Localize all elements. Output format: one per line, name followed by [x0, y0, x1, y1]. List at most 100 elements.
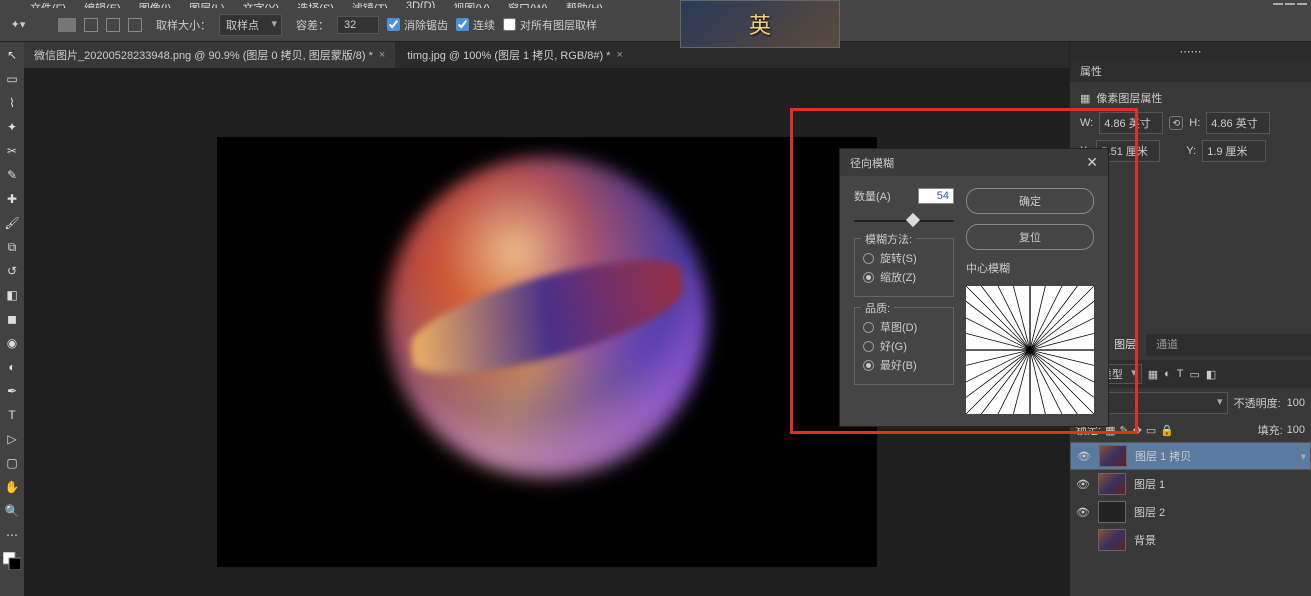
y-input[interactable]: 1.9 厘米	[1202, 140, 1266, 162]
menu-item[interactable]: 滤镜(T)	[352, 0, 388, 8]
layer-row[interactable]: 👁 图层 2	[1070, 498, 1311, 526]
marquee-tool-icon[interactable]: ▭	[2, 70, 22, 88]
opacity-value[interactable]: 100	[1287, 397, 1305, 409]
pen-tool-icon[interactable]: ✒	[2, 382, 22, 400]
blur-center-preview[interactable]	[966, 286, 1094, 414]
layers-list: 👁 图层 1 拷贝 👁 图层 1 👁 图层 2 背景	[1070, 442, 1311, 554]
wand-tool-icon[interactable]: ✦	[2, 118, 22, 136]
menu-item[interactable]: 选择(S)	[297, 0, 334, 8]
visibility-icon[interactable]: 👁	[1077, 450, 1091, 463]
antialias-checkbox[interactable]: 消除锯齿	[387, 17, 448, 33]
eyedropper-tool-icon[interactable]: ✎	[2, 166, 22, 184]
layer-row[interactable]: 👁 图层 1	[1070, 470, 1311, 498]
properties-tab[interactable]: 属性	[1070, 60, 1311, 82]
selection-mode-new-icon[interactable]	[58, 18, 76, 32]
quality-best-radio[interactable]: 最好(B)	[863, 357, 945, 373]
gradient-tool-icon[interactable]: ◼	[2, 310, 22, 328]
method-zoom-radio[interactable]: 缩放(Z)	[863, 269, 945, 285]
method-spin-radio[interactable]: 旋转(S)	[863, 250, 945, 266]
menu-item[interactable]: 窗口(W)	[508, 0, 548, 8]
pixel-layer-label: 像素图层属性	[1096, 90, 1162, 106]
menu-item[interactable]: 文字(Y)	[243, 0, 280, 8]
filter-adjust-icon[interactable]: ◐	[1164, 368, 1171, 380]
document-tab[interactable]: 微信图片_20200528233948.png @ 90.9% (图层 0 拷贝…	[24, 42, 395, 68]
layer-name[interactable]: 图层 2	[1134, 504, 1165, 520]
width-input[interactable]: 4.86 英寸	[1099, 112, 1163, 134]
more-tool-icon[interactable]: ⋯	[2, 526, 22, 544]
filter-type-icon[interactable]: T	[1177, 368, 1184, 380]
lock-all-icon[interactable]: 🔒	[1160, 424, 1174, 437]
menu-item[interactable]: 文件(F)	[30, 0, 66, 8]
selection-mode-add-icon[interactable]	[84, 18, 98, 32]
quality-good-radio[interactable]: 好(G)	[863, 338, 945, 354]
zoom-tool-icon[interactable]: 🔍	[2, 502, 22, 520]
height-input[interactable]: 4.86 英寸	[1206, 112, 1270, 134]
eraser-tool-icon[interactable]: ◧	[2, 286, 22, 304]
close-icon[interactable]: ×	[379, 49, 385, 61]
menu-item[interactable]: 图像(I)	[139, 0, 171, 8]
layer-name[interactable]: 背景	[1134, 532, 1156, 548]
all-layers-checkbox[interactable]: 对所有图层取样	[503, 17, 597, 33]
fill-value[interactable]: 100	[1287, 424, 1305, 436]
filter-smart-icon[interactable]: ◧	[1206, 368, 1216, 381]
document-tab[interactable]: timg.jpg @ 100% (图层 1 拷贝, RGB/8#) *×	[397, 42, 633, 68]
lock-artboard-icon[interactable]: ✥	[1133, 424, 1142, 437]
canvas[interactable]	[217, 137, 877, 567]
tab-channels[interactable]: 通道	[1146, 332, 1188, 356]
layer-row[interactable]: 👁 图层 1 拷贝	[1070, 442, 1311, 470]
reset-button[interactable]: 复位	[966, 224, 1094, 250]
fill-label: 填充:	[1258, 422, 1283, 438]
dialog-title: 径向模糊	[850, 155, 894, 171]
close-icon[interactable]: ×	[616, 49, 622, 61]
blur-tool-icon[interactable]: ◉	[2, 334, 22, 352]
quality-draft-radio[interactable]: 草图(D)	[863, 319, 945, 335]
contiguous-checkbox[interactable]: 连续	[456, 17, 495, 33]
ok-button[interactable]: 确定	[966, 188, 1094, 214]
close-icon[interactable]: ✕	[1086, 154, 1098, 171]
quality-label: 品质:	[861, 300, 894, 316]
quality-group: 品质: 草图(D) 好(G) 最好(B)	[854, 307, 954, 385]
heal-tool-icon[interactable]: ✚	[2, 190, 22, 208]
visibility-icon[interactable]: 👁	[1076, 478, 1090, 491]
layer-name[interactable]: 图层 1 拷贝	[1135, 448, 1191, 464]
menu-item[interactable]: 视图(V)	[453, 0, 490, 8]
amount-input[interactable]: 54	[918, 188, 954, 204]
type-tool-icon[interactable]: T	[2, 406, 22, 424]
visibility-icon[interactable]: 👁	[1076, 506, 1090, 519]
fg-bg-swatch[interactable]	[2, 550, 22, 572]
magic-wand-icon[interactable]: ✦▾	[8, 15, 28, 35]
h-label: H:	[1189, 117, 1200, 129]
layer-name[interactable]: 图层 1	[1134, 476, 1165, 492]
dodge-tool-icon[interactable]: ◐	[2, 358, 22, 376]
brush-tool-icon[interactable]: 🖌	[2, 214, 22, 232]
move-tool-icon[interactable]: ↖	[2, 46, 22, 64]
w-label: W:	[1080, 117, 1093, 129]
blur-method-group: 模糊方法: 旋转(S) 缩放(Z)	[854, 238, 954, 297]
sample-size-select[interactable]: 取样点	[219, 14, 282, 36]
menu-item[interactable]: 图层(L)	[189, 0, 224, 8]
lock-nest-icon[interactable]: ▭	[1146, 424, 1156, 437]
history-brush-icon[interactable]: ↺	[2, 262, 22, 280]
crop-tool-icon[interactable]: ✂	[2, 142, 22, 160]
menu-item[interactable]: 编辑(E)	[84, 0, 121, 8]
selection-mode-subtract-icon[interactable]	[106, 18, 120, 32]
stamp-tool-icon[interactable]: ⧉	[2, 238, 22, 256]
hand-tool-icon[interactable]: ✋	[2, 478, 22, 496]
amount-slider[interactable]	[854, 214, 954, 228]
tolerance-input[interactable]: 32	[337, 16, 379, 34]
panel-grip[interactable]: ⋯⋯	[1070, 42, 1311, 60]
tab-layers[interactable]: 图层	[1104, 332, 1146, 356]
lasso-tool-icon[interactable]: ⌇	[2, 94, 22, 112]
window-controls[interactable]	[1261, 0, 1311, 8]
selection-mode-intersect-icon[interactable]	[128, 18, 142, 32]
filter-shape-icon[interactable]: ▭	[1190, 368, 1200, 381]
path-tool-icon[interactable]: ▷	[2, 430, 22, 448]
layer-row[interactable]: 背景	[1070, 526, 1311, 554]
link-wh-icon[interactable]: ⟲	[1169, 116, 1183, 130]
lock-position-icon[interactable]: ✎	[1119, 424, 1128, 437]
filter-pixel-icon[interactable]: ▦	[1148, 368, 1158, 381]
y-label: Y:	[1186, 145, 1196, 157]
shape-tool-icon[interactable]: ▢	[2, 454, 22, 472]
menu-item[interactable]: 帮助(H)	[566, 0, 603, 8]
menu-item[interactable]: 3D(D)	[406, 0, 435, 8]
